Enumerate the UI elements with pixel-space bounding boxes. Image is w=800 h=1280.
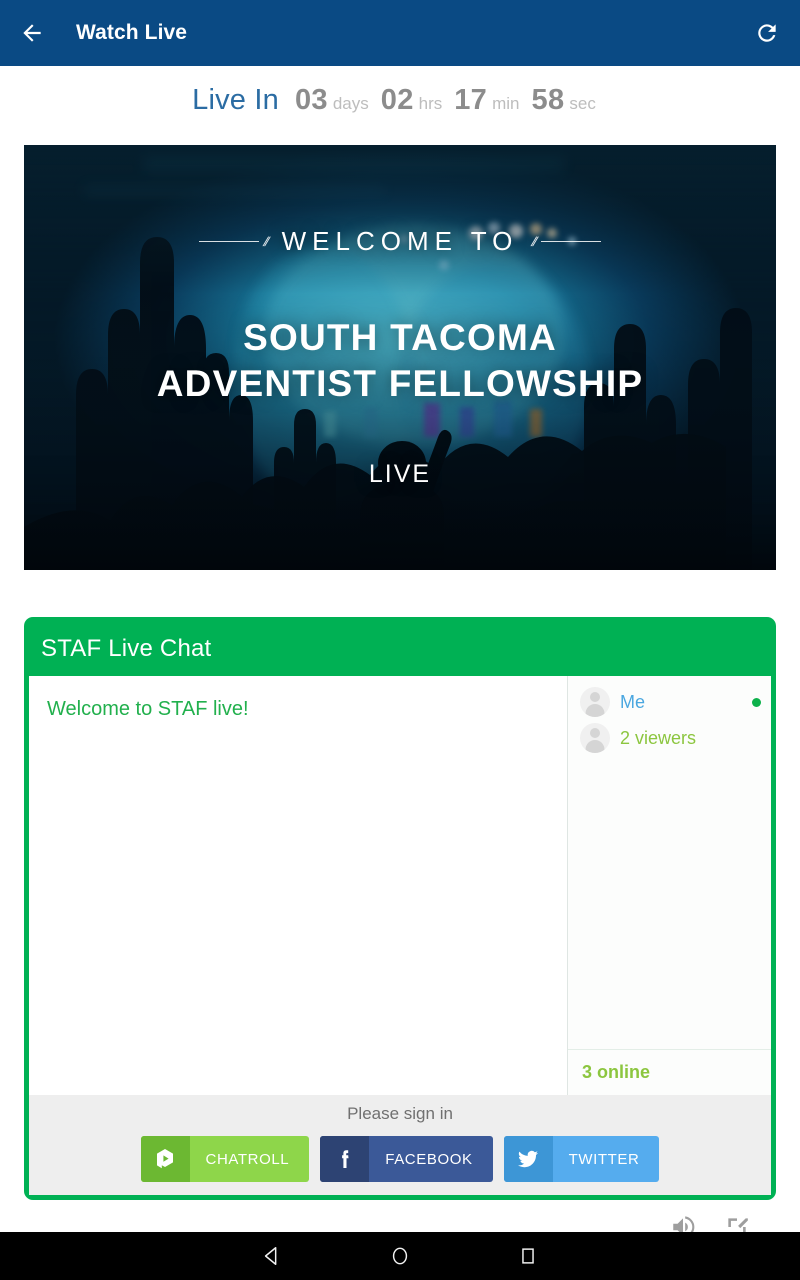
countdown-min-suffix: min [492,93,520,113]
signin-button-row: CHATROLL FACEBOOK TWITTER [140,1136,660,1182]
countdown-sec-value: 58 [531,83,565,116]
user-name: Me [620,691,646,712]
arrow-left-icon [23,24,41,42]
app-bar: Watch Live [0,0,800,66]
recents-square-icon [522,1248,534,1264]
countdown-hrs-value: 02 [380,83,414,116]
chat-message: Welcome to STAF live! [47,698,249,720]
user-name: 2 viewers [620,727,697,748]
signin-prompt: Please sign in [347,1104,453,1123]
chatroll-icon [140,1136,190,1182]
signin-facebook-button[interactable]: FACEBOOK [320,1136,493,1182]
signin-chatroll-button[interactable]: CHATROLL [140,1136,310,1182]
signin-twitter-button[interactable]: TWITTER [503,1136,660,1182]
nav-back-button[interactable] [208,1232,336,1280]
signin-twitter-label: TWITTER [568,1150,640,1168]
signin-facebook-label: FACEBOOK [385,1150,473,1168]
facebook-icon [320,1136,370,1182]
app-root: Watch Live Live In 03 days 02 hrs 17 min… [0,0,800,1280]
countdown-unit-days: 03 days [295,84,369,117]
page-title: Watch Live [76,21,188,44]
countdown-unit-min: 17 min [454,84,519,117]
countdown-min-value: 17 [454,83,488,116]
online-status-dot [752,697,761,707]
nav-home-button[interactable] [336,1232,464,1280]
countdown-sec-suffix: sec [569,93,596,113]
chat-card: STAF Live Chat Welcome to STAF live! Me [24,617,776,1200]
countdown-hrs-suffix: hrs [418,93,443,113]
video-player[interactable]: // WELCOME TO // SOUTH TACOMA ADVENTIST … [24,145,776,570]
online-count-bar: 3 online [568,1049,771,1095]
nav-recents-button[interactable] [464,1232,592,1280]
video-still-image [24,145,776,570]
refresh-icon [758,24,776,42]
chat-title: STAF Live Chat [41,635,212,662]
countdown-unit-hrs: 02 hrs [381,84,442,117]
countdown-unit-sec: 58 sec [532,84,596,117]
user-list[interactable]: Me 2 viewers [568,676,771,1049]
back-triangle-icon [264,1247,277,1265]
chat-body: Welcome to STAF live! Me 2 viewers 3 onl… [29,676,771,1095]
chat-user-panel: Me 2 viewers 3 online [568,676,771,1095]
chat-message-list[interactable]: Welcome to STAF live! [29,676,568,1095]
list-item[interactable]: Me [568,684,771,720]
countdown-days-suffix: days [332,93,369,113]
twitter-icon [503,1136,553,1182]
home-circle-icon [392,1247,408,1265]
back-button[interactable] [0,0,64,66]
avatar [580,723,610,753]
chat-signin-footer: Please sign in CHATROLL FACEBOOK TWITTER [29,1095,771,1195]
countdown-days-value: 03 [294,83,328,116]
online-count-label: 3 online [582,1062,651,1082]
refresh-button[interactable] [734,0,800,66]
countdown-bar: Live In 03 days 02 hrs 17 min 58 sec [0,66,800,134]
android-nav-bar [0,1232,800,1280]
signin-chatroll-label: CHATROLL [205,1150,290,1168]
avatar [580,687,610,717]
list-item[interactable]: 2 viewers [568,720,771,756]
chat-header: STAF Live Chat [29,622,771,676]
countdown-label: Live In [192,83,279,116]
